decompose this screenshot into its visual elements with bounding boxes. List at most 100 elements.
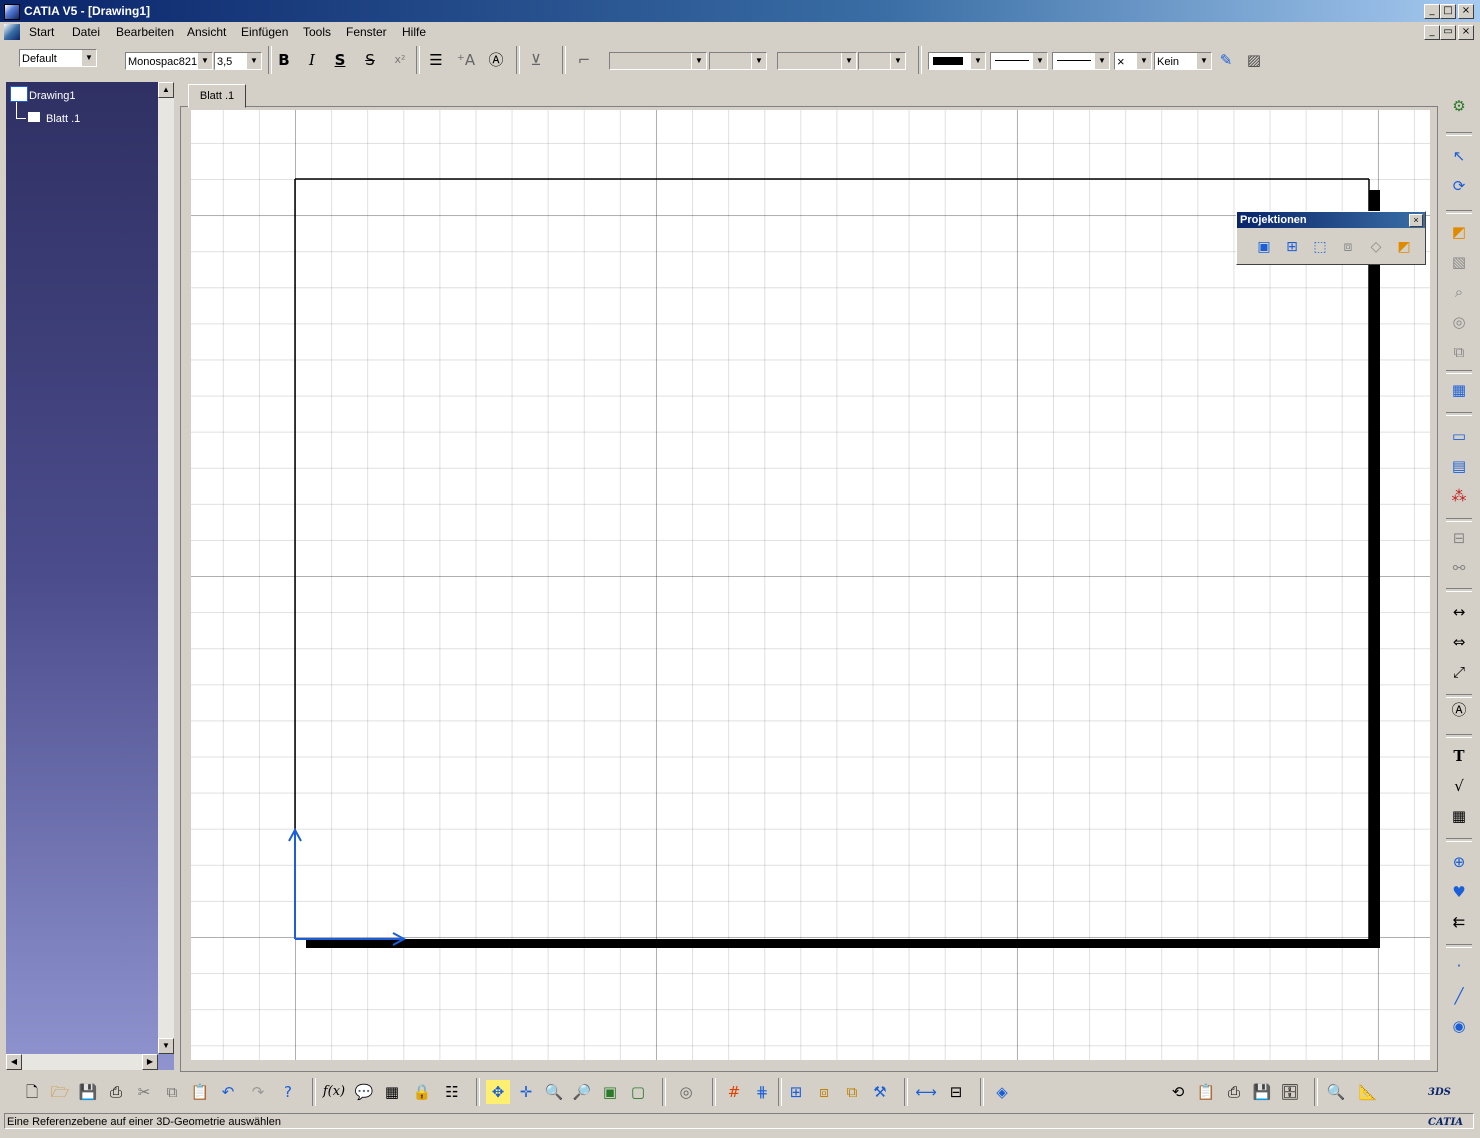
chevron-down-icon[interactable]: ▼: [1136, 53, 1151, 69]
normal-view-icon[interactable]: ▢: [626, 1080, 650, 1104]
roughness-symbol-icon[interactable]: √: [1446, 774, 1472, 798]
tree-root-drawing[interactable]: Drawing1: [29, 90, 75, 102]
isometric-view-icon[interactable]: ⧈: [1337, 236, 1359, 258]
anchor-point-icon[interactable]: ⁺A: [454, 48, 478, 72]
tree-child-sheet[interactable]: Blatt .1: [46, 113, 80, 125]
menu-tools[interactable]: Tools: [303, 25, 331, 39]
arrow-icon[interactable]: ⇇: [1446, 910, 1472, 934]
chevron-down-icon[interactable]: ▼: [691, 53, 706, 69]
save-all-icon[interactable]: 🗄: [1278, 1080, 1302, 1104]
align-left-icon[interactable]: ☰: [424, 48, 448, 72]
view-positioning-icon[interactable]: ⊞: [784, 1080, 808, 1104]
zoom-out-icon[interactable]: 🔎: [570, 1080, 594, 1104]
copy-icon[interactable]: ⧉: [160, 1080, 184, 1104]
new-view-icon[interactable]: ▭: [1446, 424, 1472, 448]
properties-icon[interactable]: ☷: [440, 1080, 464, 1104]
auxiliary-view-icon[interactable]: ⬚: [1309, 236, 1331, 258]
strikethrough-button[interactable]: S: [358, 48, 382, 72]
minimize-button[interactable]: _: [1424, 4, 1440, 19]
open-folder-icon[interactable]: 🗁: [48, 1080, 72, 1104]
menu-einfuegen[interactable]: Einfügen: [241, 25, 288, 39]
dimension-edit-icon[interactable]: ⤢: [1446, 660, 1472, 684]
font-size-combo[interactable]: 3,5 ▼: [214, 52, 262, 70]
chevron-down-icon[interactable]: ▼: [970, 53, 985, 69]
tech-feature-dimension-icon[interactable]: ⇔: [1446, 630, 1472, 654]
doc-close-button[interactable]: ×: [1458, 25, 1474, 40]
scroll-right-icon[interactable]: ▶: [142, 1054, 158, 1070]
point-type-combo[interactable]: × ▼: [1114, 52, 1152, 70]
projection-view-icon[interactable]: ⊞: [1281, 236, 1303, 258]
comment-icon[interactable]: 💬: [352, 1080, 376, 1104]
view-wizard-icon[interactable]: ◩: [1393, 236, 1415, 258]
sheet-icon[interactable]: [28, 112, 40, 122]
chevron-down-icon[interactable]: ▼: [751, 53, 766, 69]
menu-datei[interactable]: Datei: [72, 25, 100, 39]
document-icon[interactable]: [4, 24, 20, 40]
advanced-front-view-icon[interactable]: ◇: [1365, 236, 1387, 258]
chevron-down-icon[interactable]: ▼: [841, 53, 856, 69]
table-settings-icon[interactable]: ▦: [380, 1080, 404, 1104]
hatching-icon[interactable]: ▨: [1242, 48, 1266, 72]
clipping-view-icon[interactable]: ◎: [1446, 310, 1472, 334]
undo-icon[interactable]: ↶: [216, 1080, 240, 1104]
position-view-icon[interactable]: ⊟: [1446, 526, 1472, 550]
section-view-icon[interactable]: ▧: [1446, 250, 1472, 274]
drawing-icon[interactable]: [10, 86, 28, 102]
chevron-down-icon[interactable]: ▼: [246, 53, 261, 69]
projektionen-close-button[interactable]: ×: [1409, 214, 1423, 227]
text-icon[interactable]: T: [1446, 744, 1472, 768]
zoom-area-icon[interactable]: ▣: [598, 1080, 622, 1104]
print-icon[interactable]: ⎙: [104, 1080, 128, 1104]
dimension-format-combo[interactable]: ▼: [609, 52, 707, 70]
sheet-workbench-icon[interactable]: ⚙: [1446, 94, 1472, 118]
help-icon[interactable]: ?: [276, 1080, 300, 1104]
search-icon[interactable]: 🔍: [1324, 1080, 1348, 1104]
fill-combo[interactable]: Kein ▼: [1154, 52, 1212, 70]
close-button[interactable]: ×: [1458, 4, 1474, 19]
menu-fenster[interactable]: Fenster: [346, 25, 387, 39]
doc-restore-button[interactable]: ▭: [1440, 25, 1456, 40]
print-icon[interactable]: ⎙: [1222, 1080, 1246, 1104]
chevron-down-icon[interactable]: ▼: [1196, 53, 1211, 69]
tree-horizontal-scrollbar[interactable]: ◀ ▶: [6, 1054, 158, 1070]
new-file-icon[interactable]: 🗋: [20, 1080, 44, 1104]
cut-icon[interactable]: ✂: [132, 1080, 156, 1104]
fit-all-icon[interactable]: ✥: [486, 1080, 510, 1104]
new-sheet-icon[interactable]: ▦: [1446, 378, 1472, 402]
formula-icon[interactable]: f(x): [322, 1080, 346, 1104]
style-combo[interactable]: Default ▼: [19, 49, 97, 67]
insert-symbol-icon[interactable]: ⊻: [524, 48, 548, 72]
analysis-display-icon[interactable]: ⧉: [840, 1080, 864, 1104]
menu-start[interactable]: Start: [29, 25, 54, 39]
copy-format-icon[interactable]: ✎: [1214, 48, 1238, 72]
measure-icon[interactable]: 📐: [1356, 1080, 1380, 1104]
scroll-down-icon[interactable]: ▼: [158, 1038, 174, 1054]
circle-icon[interactable]: ◉: [1446, 1014, 1472, 1038]
italic-button[interactable]: I: [300, 48, 324, 72]
lock-icon[interactable]: 🔒: [410, 1080, 434, 1104]
scroll-left-icon[interactable]: ◀: [6, 1054, 22, 1070]
select-arrow-icon[interactable]: ↖: [1446, 144, 1472, 168]
snap-to-grid-icon[interactable]: ⋕: [750, 1080, 774, 1104]
menu-ansicht[interactable]: Ansicht: [187, 25, 226, 39]
precision-combo[interactable]: ▼: [709, 52, 767, 70]
redo-icon[interactable]: ↷: [246, 1080, 270, 1104]
line-width-combo[interactable]: ▼: [990, 52, 1048, 70]
loop-icon[interactable]: ⟲: [1166, 1080, 1190, 1104]
tree-vertical-scrollbar[interactable]: ▲ ▼: [158, 82, 174, 1054]
line-type-combo[interactable]: ▼: [1052, 52, 1110, 70]
table-icon[interactable]: ▦: [1446, 804, 1472, 828]
save-management-icon[interactable]: 💾: [1250, 1080, 1274, 1104]
create-dimension-icon[interactable]: ⟷: [914, 1080, 938, 1104]
front-view-icon[interactable]: ▣: [1253, 236, 1275, 258]
underline-button[interactable]: S: [328, 48, 352, 72]
tolerance-value-combo[interactable]: ▼: [858, 52, 906, 70]
tab-sheet-1[interactable]: Blatt .1: [188, 84, 246, 108]
dimension-tolerance-icon[interactable]: ⌐: [572, 48, 596, 72]
color-combo[interactable]: ▼: [928, 52, 986, 70]
dress-up-icon[interactable]: ♥: [1446, 880, 1472, 904]
detail-view-icon[interactable]: ⌕: [1446, 280, 1472, 304]
scroll-up-icon[interactable]: ▲: [158, 82, 174, 98]
chevron-down-icon[interactable]: ▼: [197, 53, 212, 69]
chevron-down-icon[interactable]: ▼: [81, 50, 96, 66]
